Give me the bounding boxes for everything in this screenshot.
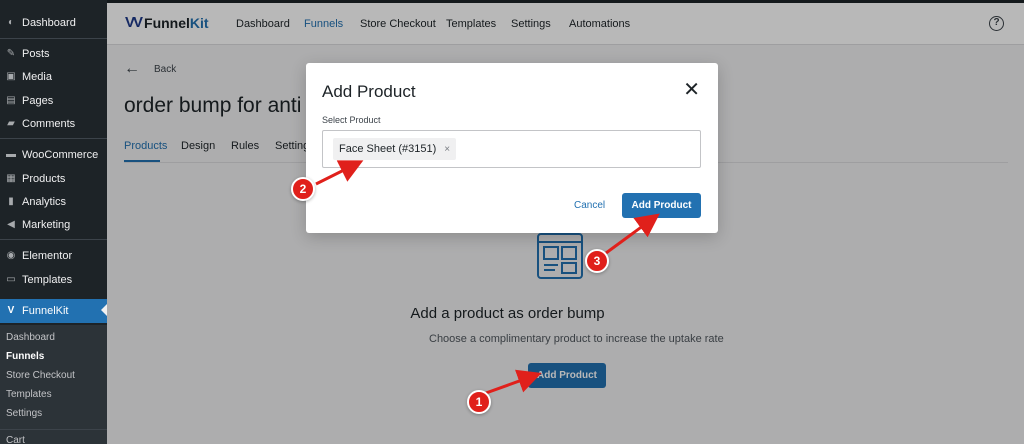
sidebar-item-templates[interactable]: ▭ Templates [0, 268, 107, 291]
sidebar-item-marketing[interactable]: ◀ Marketing [0, 213, 107, 236]
sidebar-item-dashboard[interactable]: ◐ Dashboard [0, 11, 107, 34]
step-marker-3: 3 [585, 249, 609, 273]
sidebar-item-products[interactable]: ▦ Products [0, 167, 107, 190]
close-icon[interactable]: ✕ [683, 80, 700, 100]
sidebar-item-label: Products [22, 172, 66, 185]
sidebar-item-label: Elementor [22, 249, 73, 262]
sidebar-item-label: Comments [22, 117, 76, 130]
pages-icon: ▤ [6, 94, 16, 106]
sidebar-item-label: WooCommerce [22, 148, 99, 161]
sidebar-item-label: Pages [22, 94, 54, 107]
sidebar-item-label: Templates [22, 273, 73, 286]
sidebar-item-label: Marketing [22, 218, 71, 231]
media-icon: ▣ [6, 70, 16, 82]
folder-icon: ▭ [6, 273, 16, 285]
sidebar-item-comments[interactable]: ▰ Comments [0, 112, 107, 135]
sidebar-item-label: Media [22, 70, 52, 83]
modal-title: Add Product [322, 82, 416, 101]
elementor-icon: ◉ [6, 249, 16, 261]
sidebar-item-posts[interactable]: ✎ Posts [0, 42, 107, 65]
pin-icon: ✎ [6, 47, 16, 59]
sidebar-item-label: Posts [22, 47, 50, 60]
sidebar-item-label: Analytics [22, 195, 67, 208]
analytics-icon: ▮ [8, 195, 14, 207]
sidebar-item-media[interactable]: ▣ Media [0, 65, 107, 88]
admin-sidebar: ◐ Dashboard ✎ Posts ▣ Media ▤ Pages ▰ Comment… [0, 0, 107, 444]
cancel-button[interactable]: Cancel [574, 200, 605, 211]
selected-product-chip: Face Sheet (#3151) × [333, 138, 457, 160]
sidebar-item-label: Dashboard [22, 16, 76, 29]
megaphone-icon: ◀ [7, 218, 15, 230]
submenu-store-checkout[interactable]: Store Checkout [6, 370, 75, 381]
chip-remove-icon[interactable]: × [444, 144, 450, 155]
divider [0, 38, 107, 39]
select-product-label: Select Product [322, 115, 381, 125]
modal-add-product-button[interactable]: Add Product [622, 193, 701, 218]
step-marker-2: 2 [291, 177, 315, 201]
submenu-cart[interactable]: Cart [6, 435, 25, 444]
step-marker-1: 1 [467, 390, 491, 414]
dashboard-icon: ◐ [7, 16, 15, 28]
divider [0, 138, 107, 139]
add-product-modal: Add Product ✕ Select Product Face Sheet … [306, 63, 718, 233]
submenu-funnels[interactable]: Funnels [6, 351, 44, 362]
sidebar-item-woocommerce[interactable]: ▬ WooCommerce [0, 143, 107, 166]
submenu-dashboard[interactable]: Dashboard [6, 332, 55, 343]
divider [0, 429, 107, 430]
product-select-input[interactable]: Face Sheet (#3151) × [322, 130, 701, 168]
funnelkit-submenu: Dashboard Funnels Store Checkout Templat… [0, 325, 107, 444]
woocommerce-icon: ▬ [6, 148, 16, 160]
divider [0, 239, 107, 240]
submenu-settings[interactable]: Settings [6, 408, 42, 419]
sidebar-item-analytics[interactable]: ▮ Analytics [0, 190, 107, 213]
chip-label: Face Sheet (#3151) [339, 143, 437, 155]
comment-icon: ▰ [7, 117, 15, 129]
products-icon: ▦ [6, 172, 16, 184]
sidebar-item-elementor[interactable]: ◉ Elementor [0, 244, 107, 267]
sidebar-item-pages[interactable]: ▤ Pages [0, 89, 107, 112]
submenu-templates[interactable]: Templates [6, 389, 52, 400]
